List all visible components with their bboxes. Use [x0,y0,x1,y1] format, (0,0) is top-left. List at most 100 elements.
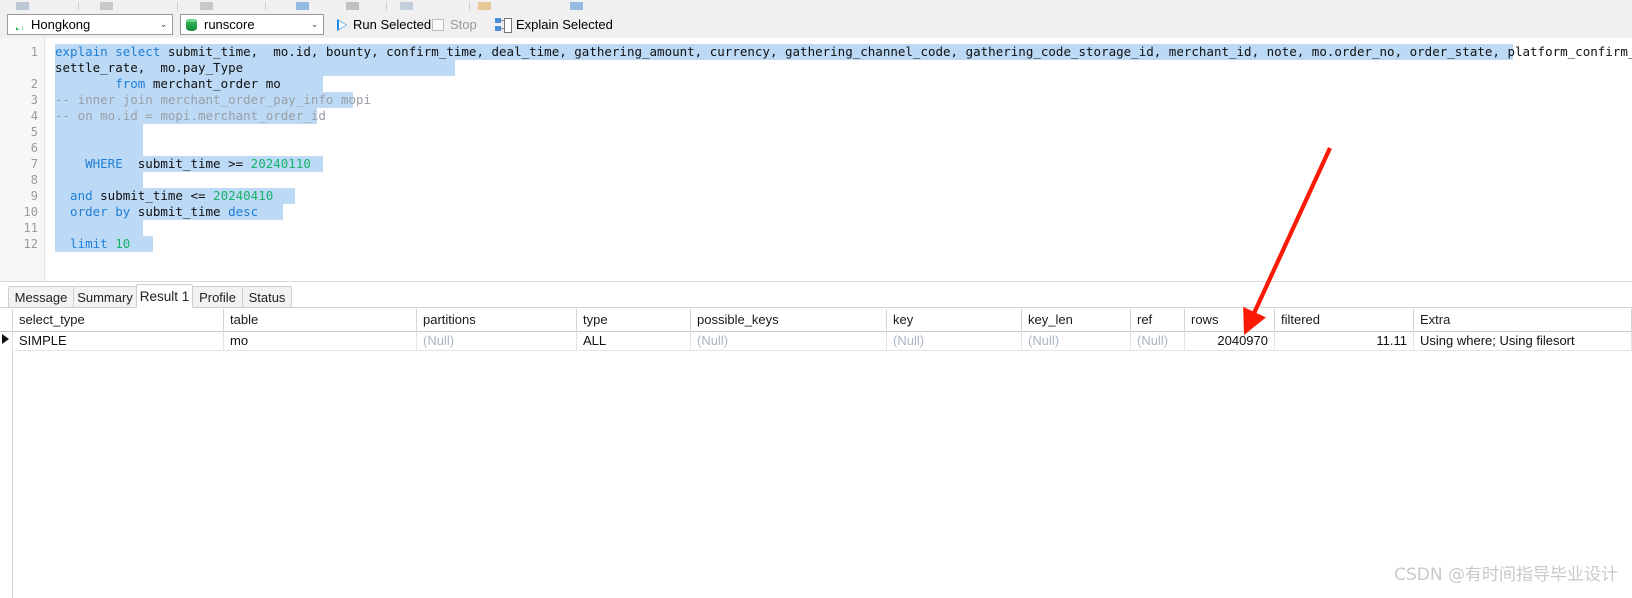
cell-select_type[interactable]: SIMPLE [12,331,224,351]
explain-selected-button[interactable]: Explain Selected [491,13,617,36]
code-token: from [55,76,153,91]
line-number: 7 [30,157,38,171]
query-toolbar: Hongkong ⌄ runscore ⌄ Run Selected Stop … [0,10,1632,39]
column-header-possible_keys[interactable]: possible_keys [691,309,887,331]
code-line[interactable]: order by submit_time desc [55,204,258,220]
run-selected-label: Run Selected [353,17,432,32]
column-header-key_len[interactable]: key_len [1022,309,1131,331]
code-line[interactable]: -- on mo.id = mopi.merchant_order_id [55,108,326,124]
function-icon[interactable] [296,2,309,10]
column-header-table[interactable]: table [224,309,417,331]
cell-rows[interactable]: 2040970 [1185,331,1275,351]
line-number-gutter: 1 2 3 4 5 6 7 8 9 10 11 12 [0,38,45,281]
code-token: settle_rate, mo.pay_Type [55,60,244,75]
sql-code-area[interactable]: explain select submit_time, mo.id, bount… [45,38,1632,281]
code-line[interactable]: WHERE submit_time >= 20240110 [55,156,311,172]
code-line[interactable]: limit 10 [55,236,130,252]
table-icon[interactable] [100,2,113,10]
cell-ref[interactable]: (Null) [1131,331,1185,351]
line-number: 12 [23,237,38,251]
cell-filtered[interactable]: 11.11 [1275,331,1414,351]
column-header-rows[interactable]: rows [1185,309,1275,331]
table-row[interactable]: SIMPLE mo (Null) ALL (Null) (Null) (Null) (Null… [0,331,1632,351]
column-header-key[interactable]: key [887,309,1022,331]
backup-icon[interactable] [400,2,413,10]
column-header-filtered[interactable]: filtered [1275,309,1414,331]
code-token: order by [55,204,138,219]
selection-highlight [55,220,143,236]
grid-header-row: select_type table partitions type possible_k… [0,309,1632,332]
tab-message[interactable]: Message [8,286,74,308]
line-number: 9 [30,189,38,203]
cell-Extra[interactable]: Using where; Using filesort [1414,331,1632,351]
toolbar-separator [78,2,79,10]
selection-highlight [55,172,143,188]
column-header-partitions[interactable]: partitions [417,309,577,331]
cell-key[interactable]: (Null) [887,331,1022,351]
code-token: -- on mo.id = mopi.merchant_order_id [55,108,326,123]
code-token: submit_time [137,204,229,219]
explain-result-grid[interactable]: select_type table partitions type possible_k… [0,309,1632,598]
automation-icon[interactable] [478,2,491,10]
selection-highlight [55,124,143,140]
results-panel: Message Summary Result 1 Profile Status sele… [0,281,1632,598]
toolbar-separator [265,2,266,10]
tab-result-1[interactable]: Result 1 [136,284,193,308]
sql-editor[interactable]: 1 2 3 4 5 6 7 8 9 10 11 12 explain select submit_ti… [0,38,1632,281]
code-token: 10 [115,236,131,251]
tab-status[interactable]: Status [242,286,292,308]
toolbar-separator [386,2,387,10]
code-token: submit_time <= [100,188,214,203]
code-token: merchant_order mo [152,76,281,91]
code-token: -- inner join merchant_order_pay_info mo… [55,92,372,107]
stop-icon [432,18,444,31]
column-header-type[interactable]: type [577,309,691,331]
code-token: and [55,188,101,203]
tab-summary[interactable]: Summary [73,286,137,308]
column-header-Extra[interactable]: Extra [1414,309,1632,331]
column-header-select_type[interactable]: select_type [12,309,224,331]
cell-table[interactable]: mo [224,331,417,351]
chevron-down-icon[interactable]: ⌄ [155,15,172,34]
cell-key_len[interactable]: (Null) [1022,331,1131,351]
code-line[interactable]: and submit_time <= 20240410 [55,188,273,204]
explain-plan-icon [495,17,512,33]
view-icon[interactable] [200,2,213,10]
new-query-icon[interactable] [16,2,29,10]
database-select-value: runscore [204,17,255,32]
line-number: 3 [30,93,38,107]
code-token: WHERE [55,156,123,171]
line-number: 4 [30,109,38,123]
tab-profile[interactable]: Profile [192,286,243,308]
code-line[interactable]: from merchant_order mo [55,76,281,92]
run-selected-button[interactable]: Run Selected [333,13,435,36]
leaf-icon [12,18,26,32]
connection-select-value: Hongkong [31,17,91,32]
connection-select[interactable]: Hongkong ⌄ [7,14,173,35]
code-line[interactable]: settle_rate, mo.pay_Type [55,60,243,76]
column-header-ref[interactable]: ref [1131,309,1185,331]
cell-partitions[interactable]: (Null) [417,331,577,351]
cell-type[interactable]: ALL [577,331,691,351]
database-select[interactable]: runscore ⌄ [180,14,324,35]
line-number: 8 [30,173,38,187]
watermark: CSDN @有时间指导毕业设计 [1394,565,1618,585]
line-number: 11 [23,221,38,235]
code-token: limit [55,236,116,251]
row-selector-gutter [0,309,13,598]
model-icon[interactable] [570,2,583,10]
chevron-down-icon[interactable]: ⌄ [306,15,323,34]
user-icon[interactable] [346,2,359,10]
code-token: explain select [55,44,168,59]
line-number: 1 [30,45,38,59]
line-number: 2 [30,77,38,91]
code-line[interactable]: explain select submit_time, mo.id, bount… [55,44,1632,60]
current-row-marker-icon [2,334,9,344]
toolbar-separator [177,2,178,10]
toolbar-separator [469,2,470,10]
database-icon [185,18,199,32]
stop-button: Stop [428,13,481,36]
selection-highlight [55,140,143,156]
code-line[interactable]: -- inner join merchant_order_pay_info mo… [55,92,371,108]
cell-possible_keys[interactable]: (Null) [691,331,887,351]
